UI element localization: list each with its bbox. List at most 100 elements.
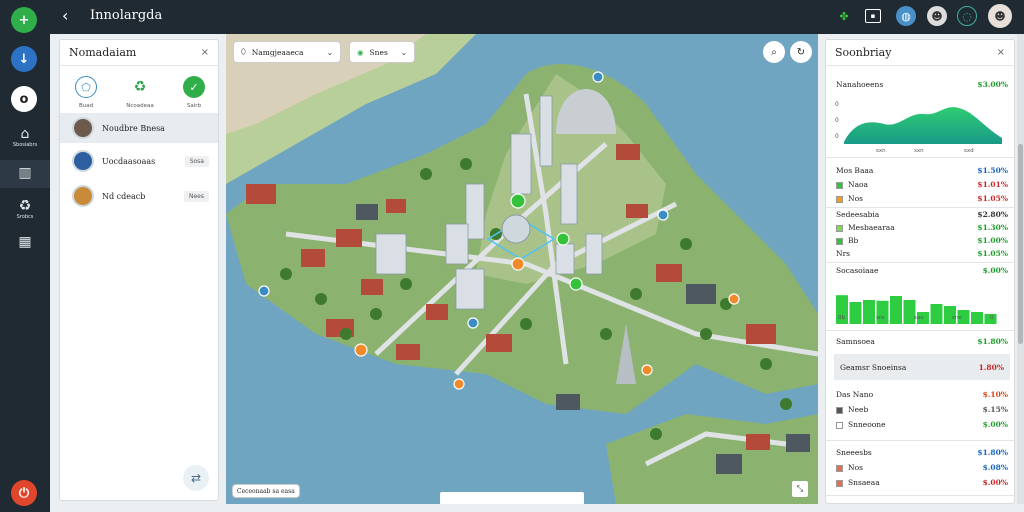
quick-action-recycle[interactable]: ♻ Ncoadeaa xyxy=(120,76,160,109)
check-icon: ✓ xyxy=(183,76,205,98)
chart-x-label: sxd xyxy=(964,148,974,154)
chart-tick: 0 xyxy=(835,133,839,140)
metric-row: Sneeesbs $1.80% xyxy=(836,448,1008,457)
divider xyxy=(826,207,1014,208)
metric-row: Das Nano $.10% xyxy=(836,390,1008,399)
chart-tick: 0 xyxy=(835,101,839,108)
legend-swatch xyxy=(836,195,843,203)
circle-icon[interactable]: o xyxy=(11,86,37,112)
quick-action-check[interactable]: ✓ Sairb xyxy=(174,76,214,109)
map-canvas xyxy=(226,34,818,504)
refresh-icon[interactable]: ↻ xyxy=(790,41,812,63)
legend-swatch xyxy=(836,224,843,232)
chevron-down-icon: ⌄ xyxy=(326,47,333,57)
scrollbar-thumb[interactable] xyxy=(1018,144,1023,344)
avatar xyxy=(72,185,94,207)
bar xyxy=(890,296,902,324)
section-row: Samnsoea $1.80% xyxy=(836,337,1008,346)
bar xyxy=(971,312,983,324)
quick-action-build[interactable]: ⬠ Buad xyxy=(66,76,106,109)
contact-item[interactable]: Noudbre Bnesa xyxy=(60,113,218,143)
plant-icon[interactable]: ✤ xyxy=(834,6,854,26)
contact-tag[interactable]: Nees xyxy=(184,190,209,202)
bar-x-label: 0b xyxy=(838,315,845,321)
metric-row: Snsaeaa $.00% xyxy=(836,478,1008,487)
recycle-icon: ♻ xyxy=(18,198,32,214)
user-avatar[interactable]: ☻ xyxy=(927,6,947,26)
download-icon[interactable]: ↓ xyxy=(11,46,37,72)
bar-x-label: 0 xyxy=(990,315,994,321)
globe-icon[interactable]: ◍ xyxy=(896,6,916,26)
layer-dropdown[interactable]: ◉ Snes ⌄ xyxy=(349,41,415,63)
metric-row: Neeb $.15% xyxy=(836,405,1008,414)
monitor-icon[interactable]: ▪ xyxy=(865,9,881,23)
avatar xyxy=(72,117,94,139)
rail-item-grid[interactable]: ▦ xyxy=(0,234,50,250)
right-panel-title: Soonbriay xyxy=(835,46,892,59)
avatar xyxy=(72,150,94,172)
city-map[interactable]: ⬯ Namgjeaaeca ⌄ ◉ Snes ⌄ ⌕ ↻ Ceceonaab s… xyxy=(226,34,818,504)
highlight-row[interactable]: Geamsr Snoeinsa 1.80% xyxy=(834,354,1010,380)
legend-swatch xyxy=(836,464,843,472)
profile-avatar[interactable]: ☻ xyxy=(988,4,1012,28)
search-icon[interactable]: ⌕ xyxy=(763,41,785,63)
bar xyxy=(863,300,875,324)
library-icon: ▥ xyxy=(18,165,32,181)
right-panel-header: Soonbriay × xyxy=(826,40,1014,66)
bar-x-label: sre xyxy=(876,315,885,321)
left-panel-header: Nomadaiam × xyxy=(60,40,218,66)
pentagon-icon: ⬠ xyxy=(75,76,97,98)
divider xyxy=(826,157,1014,158)
legend-swatch xyxy=(836,181,843,189)
navigate-button[interactable]: ⇄ xyxy=(183,465,209,491)
chart2-header: Socasoiaae $.00% xyxy=(836,266,1008,275)
legend-swatch xyxy=(836,237,843,245)
contact-tag[interactable]: Sosa xyxy=(184,155,209,167)
logo-icon[interactable]: + xyxy=(11,7,37,33)
close-icon[interactable]: × xyxy=(201,47,209,58)
filter-dropdown[interactable]: ⬯ Namgjeaaeca ⌄ xyxy=(233,41,341,63)
metric-row: Mos Baaa $1.50% xyxy=(836,166,1008,175)
rail-item-library[interactable]: ▥ xyxy=(0,160,50,188)
divider xyxy=(826,495,1014,496)
map-bottom-bar[interactable] xyxy=(440,492,584,504)
chart-x-label: sxn xyxy=(876,148,886,154)
top-bar: ‹ Innolargda ✤ ▪ ◍ ☻ ◌ ☻ xyxy=(50,0,1024,34)
metric-row: Mesbaearaa $1.30% xyxy=(836,223,1008,232)
recycle-icon: ♻ xyxy=(133,79,147,95)
power-icon[interactable]: ⏻ xyxy=(11,480,37,506)
pin-icon: ⬯ xyxy=(241,47,246,56)
left-rail: + ↓ o ⌂ Sbosiabrs ▥ ♻ Srobcs ▦ ⏻ xyxy=(0,0,50,512)
bar xyxy=(849,302,862,324)
bar xyxy=(930,304,943,324)
chat-bubble-icon[interactable]: ◌ xyxy=(957,6,977,26)
chart-tick: 0 xyxy=(835,117,839,124)
legend-swatch xyxy=(836,479,843,487)
divider xyxy=(826,262,1014,263)
metric-row: Snneoone $.00% xyxy=(836,420,1008,429)
arrow-icon: ⇄ xyxy=(190,471,202,485)
legend-swatch xyxy=(836,406,843,414)
expand-icon[interactable]: ⤡ xyxy=(792,481,808,497)
rail-item-recycle[interactable]: ♻ Srobcs xyxy=(0,198,50,220)
page-title: Innolargda xyxy=(90,8,163,23)
chart-x-label: sxn xyxy=(914,148,924,154)
divider xyxy=(826,440,1014,441)
area-chart: 0 0 0 sxn sxn sxd xyxy=(835,101,1002,154)
metric-row: Nrs $1.05% xyxy=(836,249,1008,258)
scrollbar[interactable] xyxy=(1017,34,1024,504)
legend-swatch xyxy=(836,421,843,429)
contact-item[interactable]: Nd cdeacb Nees xyxy=(60,181,218,211)
metric-row: Nos $1.05% xyxy=(836,194,1008,203)
chat-icon: ⌂ xyxy=(20,126,30,142)
left-panel-title: Nomadaiam xyxy=(69,46,137,59)
metric-row: Nos $.08% xyxy=(836,463,1008,472)
left-panel: Nomadaiam × ⬠ Buad ♻ Ncoadeaa ✓ Sairb No… xyxy=(59,39,219,501)
chevron-left-icon[interactable]: ‹ xyxy=(62,6,68,25)
rail-item-chat[interactable]: ⌂ Sbosiabrs xyxy=(0,126,50,148)
chevron-down-icon: ⌄ xyxy=(400,47,407,57)
contact-item[interactable]: Uocdaasoaas Sosa xyxy=(60,146,218,176)
close-icon[interactable]: × xyxy=(997,47,1005,58)
metric-row: Naoa $1.01% xyxy=(836,180,1008,189)
right-panel: Soonbriay × Nanahoeens $3.00% 0 0 0 sxn … xyxy=(825,39,1015,504)
